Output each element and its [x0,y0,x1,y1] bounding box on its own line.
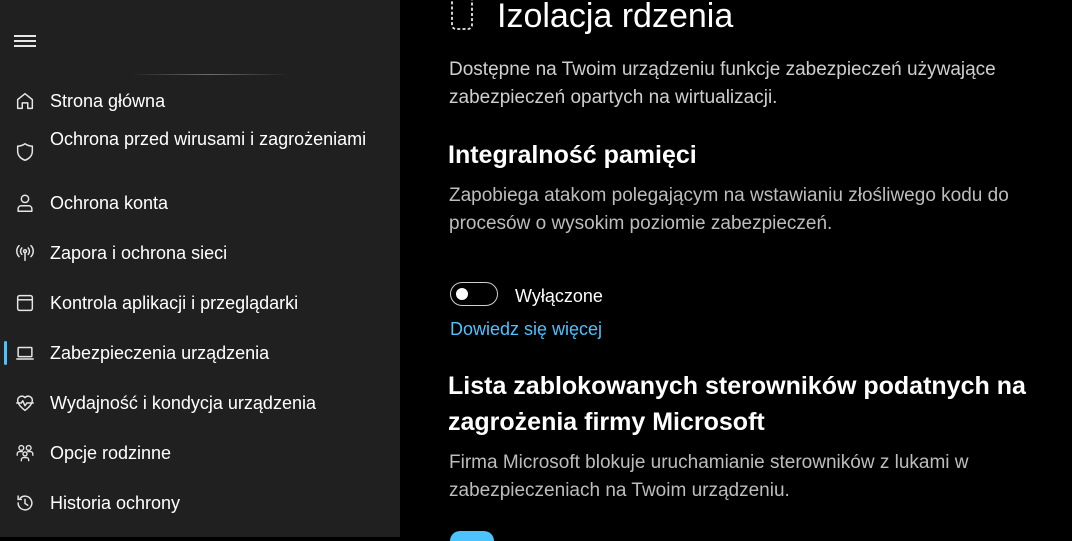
memory-integrity-toggle[interactable] [450,282,498,306]
sidebar-item-label: Zabezpieczenia urządzenia [50,343,270,363]
sidebar-item-virus-protection[interactable]: Ochrona przed wirusami i zagrożeniami [0,126,400,178]
laptop-icon [14,342,36,364]
sidebar-item-device-security[interactable]: Zabezpieczenia urządzenia [0,340,400,366]
sidebar-item-label: Historia ochrony [50,493,181,513]
sidebar-item-label: Zapora i ochrona sieci [50,243,228,263]
sidebar-item-label: Opcje rodzinne [50,443,172,463]
sidebar-item-home[interactable]: Strona główna [0,88,400,114]
sidebar-item-label: Strona główna [50,91,166,111]
sidebar-item-performance[interactable]: Wydajność i kondycja urządzenia [0,390,400,416]
core-isolation-icon [448,0,476,32]
sidebar-item-history[interactable]: Historia ochrony [0,490,400,516]
memory-integrity-description: Zapobiega atakom polegającym na wstawian… [449,185,1009,234]
page-title: Izolacja rdzenia [497,0,734,35]
toggle-knob [456,288,468,300]
divider [130,74,290,75]
sidebar-item-label: Kontrola aplikacji i przeglądarki [50,293,299,313]
sidebar-item-label: Ochrona konta [50,193,169,213]
driver-blocklist-description: Firma Microsoft blokuje uruchamianie ste… [449,452,969,501]
active-indicator [4,341,7,365]
sidebar-item-label: Wydajność i kondycja urządzenia [50,393,316,413]
shield-icon [14,141,36,163]
wireless-icon [14,242,36,264]
history-icon [14,492,36,514]
learn-more-link[interactable]: Dowiedz się więcej [450,316,602,342]
sidebar-item-firewall[interactable]: Zapora i ochrona sieci [0,240,400,266]
menu-icon[interactable] [14,33,36,49]
memory-integrity-heading: Integralność pamięci [448,141,697,169]
main-content: Izolacja rdzenia Dostępne na Twoim urząd… [400,0,1072,541]
page-description: Dostępne na Twoim urządzeniu funkcje zab… [449,59,996,108]
sidebar-item-app-browser[interactable]: Kontrola aplikacji i przeglądarki [0,290,400,316]
heart-pulse-icon [14,392,36,414]
sidebar: Strona główna Ochrona przed wirusami i z… [0,0,400,537]
toggle-state-label: Wyłączone [515,286,603,306]
sidebar-item-family[interactable]: Opcje rodzinne [0,440,400,466]
sidebar-item-label: Ochrona przed wirusami i zagrożeniami [50,129,367,149]
app-window-icon [14,292,36,314]
home-icon [14,90,36,112]
family-icon [14,442,36,464]
driver-blocklist-heading: Lista zablokowanych sterowników podatnyc… [448,372,1026,436]
driver-blocklist-toggle[interactable] [450,531,494,541]
person-icon [14,192,36,214]
sidebar-item-account[interactable]: Ochrona konta [0,190,400,216]
